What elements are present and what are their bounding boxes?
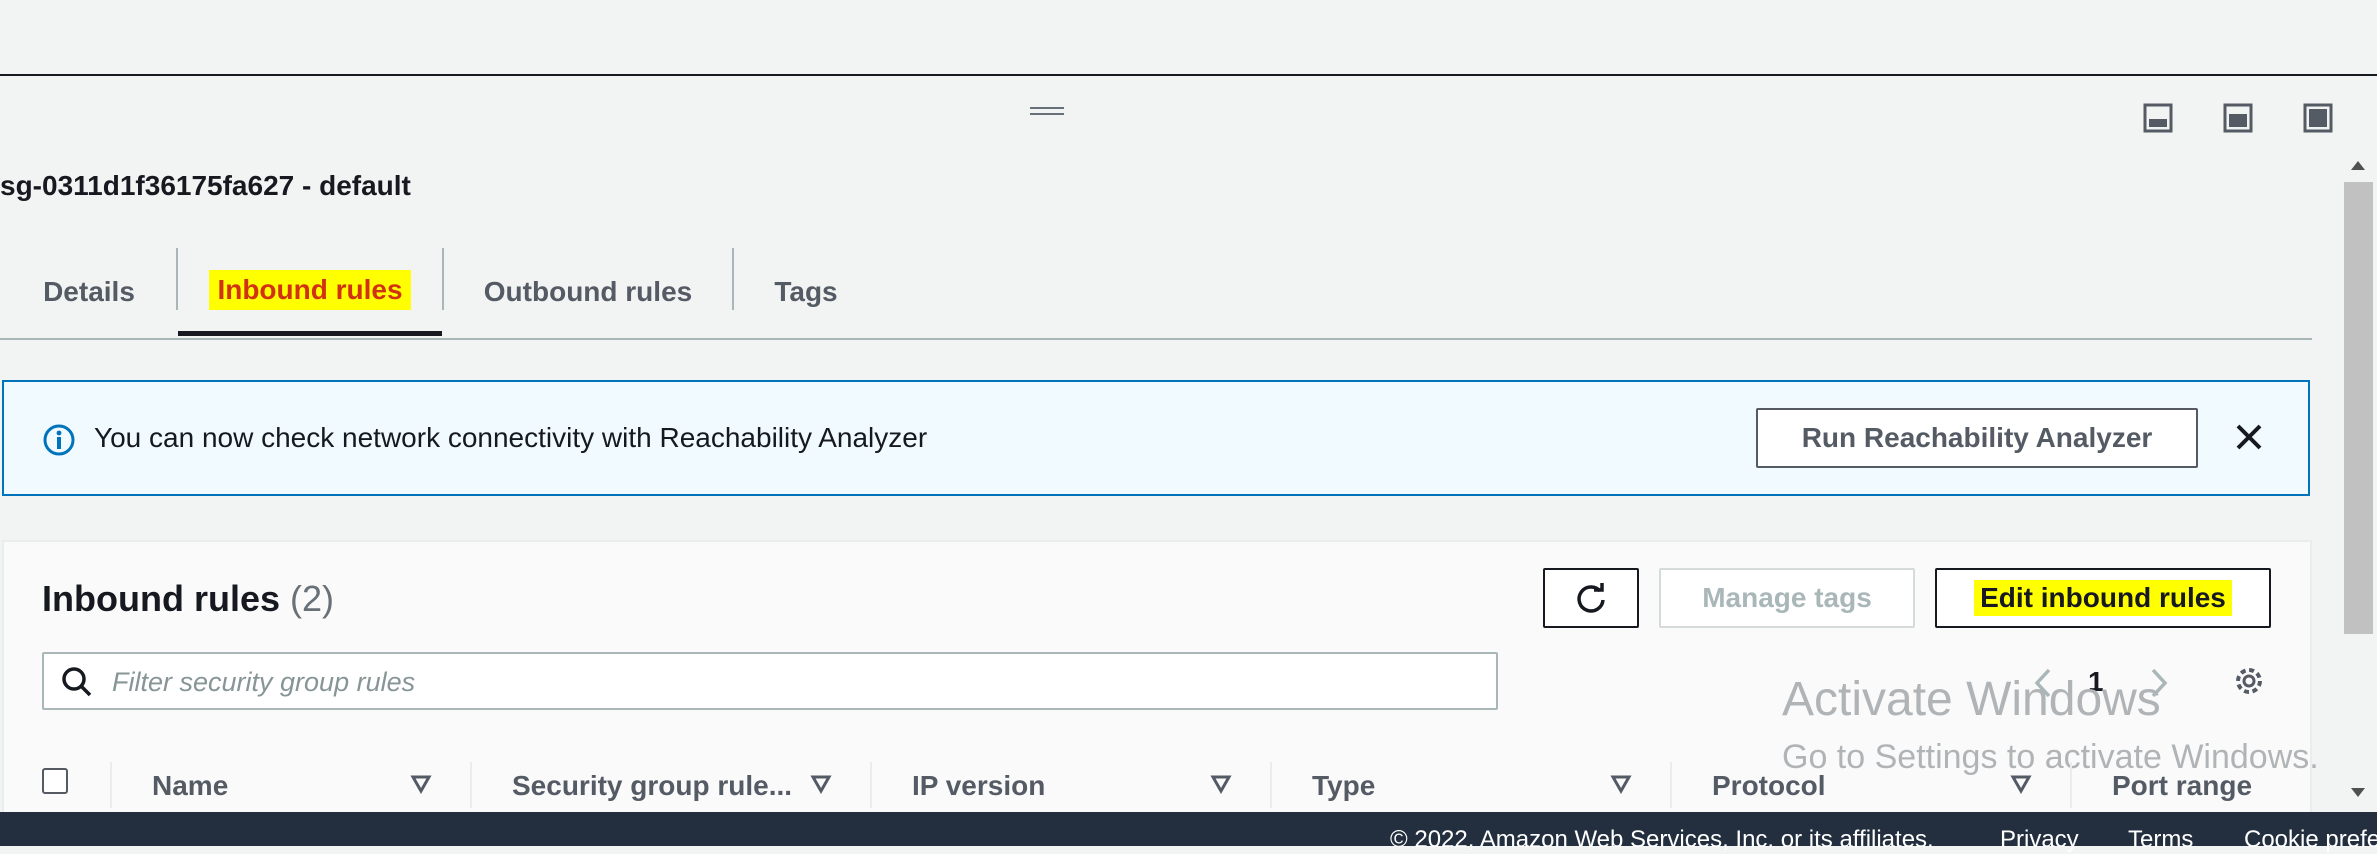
column-ip-version[interactable]: IP version	[912, 770, 1045, 802]
footer-terms-link[interactable]: Terms	[2128, 826, 2193, 854]
tab-inbound-rules[interactable]: Inbound rules	[178, 248, 442, 336]
footer-privacy-link[interactable]: Privacy	[2000, 826, 2079, 854]
sort-down-icon[interactable]	[1210, 774, 1232, 799]
top-bar	[0, 0, 2377, 76]
full-screen-icon[interactable]	[2300, 100, 2336, 136]
search-icon	[60, 665, 94, 704]
sort-down-icon[interactable]	[1610, 774, 1632, 799]
column-type[interactable]: Type	[1312, 770, 1375, 802]
rule-count: (2)	[290, 578, 335, 619]
sort-down-icon[interactable]	[810, 774, 832, 799]
panel-title: Inbound rules (2)	[42, 578, 335, 619]
column-protocol[interactable]: Protocol	[1712, 770, 1826, 802]
split-side-icon[interactable]	[2220, 100, 2256, 136]
tab-bar: Details Inbound rules Outbound rules Tag…	[0, 248, 2312, 340]
split-bottom-icon[interactable]	[2140, 100, 2176, 136]
gear-icon[interactable]	[2230, 662, 2268, 705]
banner-message: You can now check network connectivity w…	[94, 422, 928, 453]
sort-down-icon[interactable]	[2010, 774, 2032, 799]
run-reachability-analyzer-button[interactable]: Run Reachability Analyzer	[1756, 408, 2198, 468]
scrollbar-thumb[interactable]	[2344, 182, 2373, 634]
filter-placeholder: Filter security group rules	[112, 667, 416, 697]
close-icon[interactable]	[2232, 420, 2266, 459]
refresh-icon	[1577, 583, 1605, 613]
column-name[interactable]: Name	[152, 770, 228, 802]
tab-details[interactable]: Details	[0, 248, 178, 336]
scroll-down-icon[interactable]	[2349, 786, 2367, 805]
resize-handle[interactable]	[1030, 107, 1064, 119]
column-security-group-rule[interactable]: Security group rule...	[512, 770, 792, 802]
info-icon	[42, 423, 76, 462]
footer-copyright: © 2022, Amazon Web Services, Inc. or its…	[1390, 826, 1934, 853]
edit-inbound-rules-button[interactable]: Edit inbound rules	[1935, 568, 2271, 628]
select-all-checkbox[interactable]	[42, 768, 68, 794]
refresh-button[interactable]	[1543, 568, 1639, 628]
tab-tags[interactable]: Tags	[734, 248, 878, 336]
sort-down-icon[interactable]	[410, 774, 432, 799]
activate-windows-title: Activate Windows	[1782, 673, 2161, 726]
manage-tags-button[interactable]: Manage tags	[1659, 568, 1915, 628]
column-port-range[interactable]: Port range	[2112, 770, 2252, 802]
security-group-title: sg-0311d1f36175fa627 - default	[0, 170, 411, 201]
scroll-up-icon[interactable]	[2349, 158, 2367, 177]
footer-cookie-link[interactable]: Cookie prefe	[2244, 826, 2377, 854]
tab-outbound-rules[interactable]: Outbound rules	[444, 248, 732, 336]
